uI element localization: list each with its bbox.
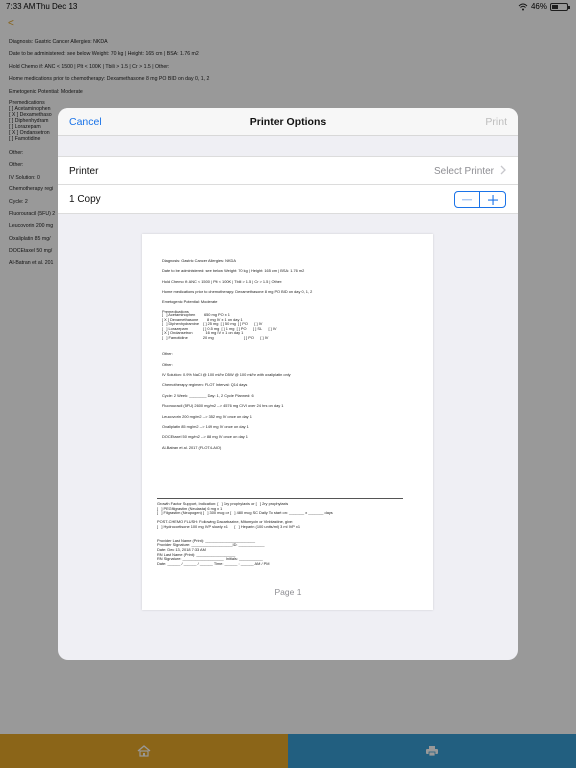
preview-line: Oxaliplatin 85 mg/m2 --> 149 mg IV once … [162, 424, 249, 429]
preview-premeds: [ ] Acetaminophen 650 mg PO x 1 [ X ] De… [162, 312, 277, 340]
preview-line: Al-Batran et al. 2017 (FLOT4-AIO) [162, 445, 222, 450]
preview-line: Other: [162, 351, 173, 356]
copies-label: 1 Copy [69, 194, 101, 205]
preview-line: IV Solution: 0.9% NaCl @ 100 ml/hr D5W @… [162, 372, 291, 377]
modal-title: Printer Options [249, 116, 327, 128]
preview-line: Chemotherapy regimen: FLOT Interval: Q14… [162, 382, 248, 387]
preview-line: Fluorouracil (5FU) 2600 mg/m2 --> 4576 m… [162, 403, 284, 408]
printer-value: Select Printer [433, 166, 494, 177]
print-button[interactable]: Print [485, 116, 507, 128]
preview-line: Emetogenic Potential: Moderate [162, 299, 218, 304]
preview-line: Home medications prior to chemotherapy: … [162, 289, 313, 294]
preview-footer: Growth Factor Support, Indication: [ ] 1… [157, 501, 333, 566]
preview-line: Other: [162, 362, 173, 367]
preview-separator [157, 498, 403, 499]
printer-label: Printer [69, 166, 99, 177]
page-label: Page 1 [274, 587, 302, 597]
chevron-right-icon [500, 165, 506, 175]
preview-line: DOCEtaxel 50 mg/m2 --> 88 mg IV once on … [162, 434, 248, 439]
preview-line: Leucovorin 200 mg/m2 --> 352 mg IV once … [162, 414, 252, 419]
decrement-button[interactable] [455, 192, 481, 207]
preview-line: Hold Chemo if: ANC < 1500 | Plt < 100K |… [162, 279, 283, 284]
preview-line: Diagnosis: Gastric Cancer Allergies: NKD… [162, 258, 236, 263]
modal-nav-bar: Cancel Printer Options Print [58, 108, 518, 136]
preview-line: Date to be administered: see below Weigh… [162, 268, 305, 273]
copies-stepper[interactable] [454, 191, 506, 208]
printer-options-modal: Cancel Printer Options Print Printer Sel… [58, 108, 518, 660]
copies-row: 1 Copy [58, 185, 518, 214]
minus-icon [462, 198, 472, 200]
increment-button[interactable] [480, 192, 505, 207]
printer-row[interactable]: Printer Select Printer [58, 156, 518, 185]
print-preview-page[interactable]: Diagnosis: Gastric Cancer Allergies: NKD… [142, 234, 433, 610]
preview-line: Cycle: 2 Week: ________ Day: 1, 2 Cycle … [162, 393, 254, 398]
plus-icon [487, 194, 498, 205]
